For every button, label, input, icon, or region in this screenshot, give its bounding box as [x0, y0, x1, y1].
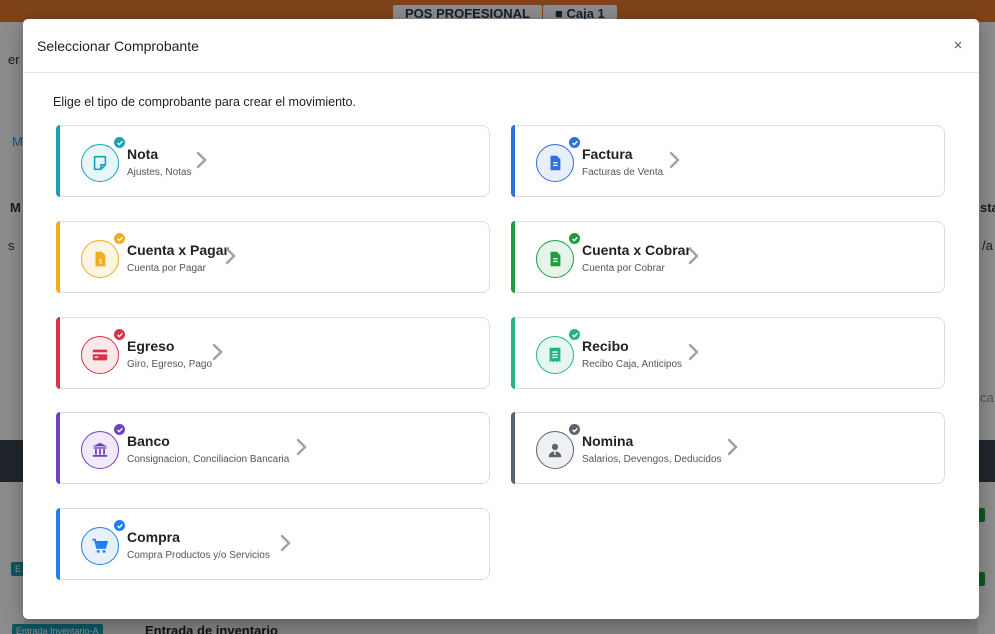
- card-title: Recibo: [582, 338, 629, 354]
- card-subtitle: Salarios, Devengos, Deducidos: [582, 454, 722, 465]
- chevron-right-icon: [726, 438, 738, 456]
- option-card-nomina[interactable]: Nomina Salarios, Devengos, Deducidos: [511, 412, 945, 484]
- svg-text:$: $: [99, 259, 103, 266]
- chevron-right-icon: [687, 247, 699, 265]
- option-card-cuenta-x-cobrar[interactable]: Cuenta x Cobrar Cuenta por Cobrar: [511, 221, 945, 293]
- option-card-recibo[interactable]: Recibo Recibo Caja, Anticipos: [511, 317, 945, 389]
- chevron-right-icon: [295, 438, 307, 456]
- check-icon: [113, 423, 126, 436]
- option-card-compra[interactable]: Compra Compra Productos y/o Servicios: [56, 508, 490, 580]
- chevron-right-icon: [195, 151, 207, 169]
- card-accent: [511, 125, 515, 197]
- card-title: Nota: [127, 146, 159, 162]
- option-card-banco[interactable]: Banco Consignacion, Conciliacion Bancari…: [56, 412, 490, 484]
- cart-icon: [81, 527, 119, 565]
- check-icon: [568, 136, 581, 149]
- check-icon: [113, 232, 126, 245]
- card-subtitle: Cuenta por Cobrar: [582, 263, 665, 274]
- option-card-egreso[interactable]: Egreso Giro, Egreso, Pago: [56, 317, 490, 389]
- check-icon: [568, 328, 581, 341]
- chevron-right-icon: [211, 343, 223, 361]
- chevron-right-icon: [687, 343, 699, 361]
- user-icon: [536, 431, 574, 469]
- check-icon: [568, 423, 581, 436]
- card-title: Banco: [127, 433, 170, 449]
- card-subtitle: Facturas de Venta: [582, 167, 664, 178]
- receivable-icon: [536, 240, 574, 278]
- close-button[interactable]: ×: [951, 37, 965, 54]
- card-accent: [56, 317, 60, 389]
- card-subtitle: Cuenta por Pagar: [127, 263, 206, 274]
- card-title: Compra: [127, 529, 180, 545]
- option-card-cuenta-x-pagar[interactable]: $ Cuenta x Pagar Cuenta por Pagar: [56, 221, 490, 293]
- note-icon: [81, 144, 119, 182]
- card-accent: [511, 221, 515, 293]
- card-accent: [511, 412, 515, 484]
- card-subtitle: Compra Productos y/o Servicios: [127, 550, 270, 561]
- chevron-right-icon: [668, 151, 680, 169]
- card-icon: [81, 336, 119, 374]
- check-icon: [113, 136, 126, 149]
- card-subtitle: Consignacion, Conciliacion Bancaria: [127, 454, 290, 465]
- modal-header: Seleccionar Comprobante ×: [23, 19, 979, 73]
- option-card-factura[interactable]: Factura Facturas de Venta: [511, 125, 945, 197]
- bank-icon: [81, 431, 119, 469]
- card-accent: [56, 508, 60, 580]
- chevron-right-icon: [279, 534, 291, 552]
- card-accent: [511, 317, 515, 389]
- payable-icon: $: [81, 240, 119, 278]
- card-subtitle: Ajustes, Notas: [127, 167, 192, 178]
- card-accent: [56, 221, 60, 293]
- select-voucher-modal: Seleccionar Comprobante × Elige el tipo …: [23, 19, 979, 619]
- check-icon: [568, 232, 581, 245]
- modal-intro: Elige el tipo de comprobante para crear …: [53, 95, 356, 109]
- invoice-icon: [536, 144, 574, 182]
- receipt-icon: [536, 336, 574, 374]
- option-card-nota[interactable]: Nota Ajustes, Notas: [56, 125, 490, 197]
- card-title: Factura: [582, 146, 633, 162]
- card-title: Cuenta x Pagar: [127, 242, 229, 258]
- card-title: Nomina: [582, 433, 634, 449]
- card-title: Cuenta x Cobrar: [582, 242, 691, 258]
- card-subtitle: Giro, Egreso, Pago: [127, 359, 213, 370]
- modal-title: Seleccionar Comprobante: [37, 37, 199, 54]
- check-icon: [113, 519, 126, 532]
- card-accent: [56, 412, 60, 484]
- check-icon: [113, 328, 126, 341]
- card-accent: [56, 125, 60, 197]
- chevron-right-icon: [224, 247, 236, 265]
- card-subtitle: Recibo Caja, Anticipos: [582, 359, 683, 370]
- card-title: Egreso: [127, 338, 175, 354]
